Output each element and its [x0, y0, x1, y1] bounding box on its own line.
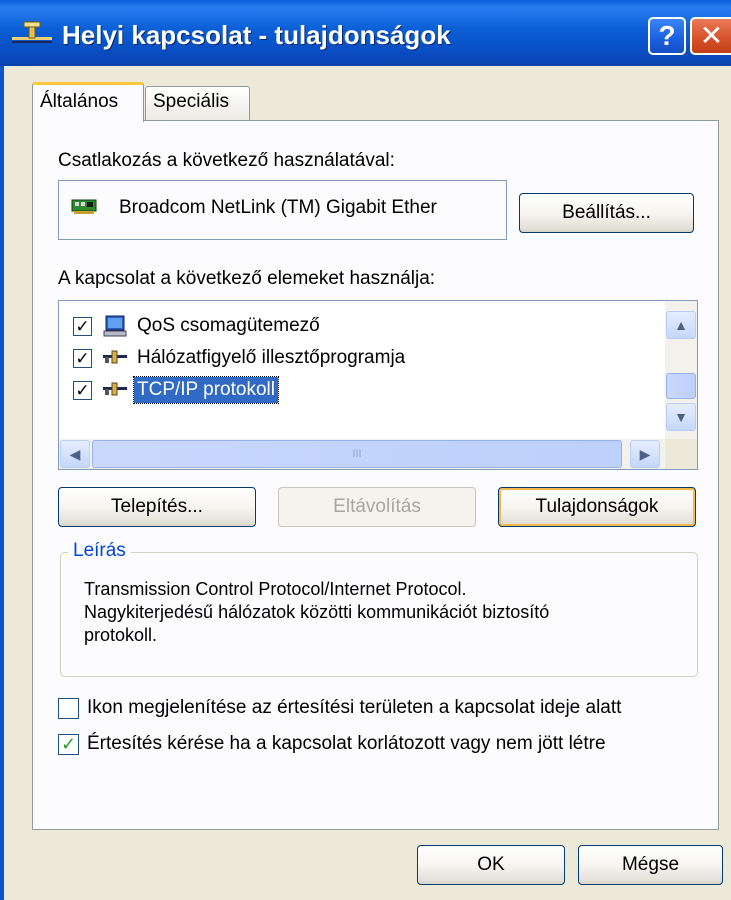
checkbox-tcpip[interactable]: ✓ — [73, 380, 92, 400]
components-list[interactable]: ✓ QoS csomagütemező ✓ Hálózatfigyelő ill… — [58, 300, 698, 470]
list-item[interactable]: ✓ QoS csomagütemező — [73, 311, 323, 341]
window-title: Helyi kapcsolat - tulajdonságok — [62, 20, 451, 50]
network-connection-icon — [12, 21, 52, 43]
scroll-corner — [665, 439, 697, 469]
scroll-up-button[interactable]: ▲ — [666, 311, 696, 339]
network-protocol-icon — [103, 382, 127, 396]
description-line: Nagykiterjedésű hálózatok közötti kommun… — [84, 602, 550, 622]
configure-button[interactable]: Beállítás... — [519, 193, 694, 233]
vertical-scrollbar[interactable]: ▲ ▼ — [665, 301, 697, 439]
list-item-label: Hálózatfigyelő illesztőprogramja — [137, 347, 406, 368]
cancel-button[interactable]: Mégse — [578, 845, 723, 885]
show-icon-checkbox[interactable] — [58, 697, 79, 719]
uninstall-button[interactable]: Eltávolítás — [278, 487, 476, 527]
connect-using-label: Csatlakozás a következő használatával: — [58, 150, 395, 171]
horizontal-scrollbar[interactable]: ◀ III ▶ — [59, 439, 665, 469]
scroll-down-button[interactable]: ▼ — [666, 403, 696, 431]
properties-button[interactable]: Tulajdonságok — [498, 487, 696, 527]
checkbox-qos[interactable]: ✓ — [73, 316, 92, 336]
list-item[interactable]: ✓ Hálózatfigyelő illesztőprogramja — [73, 343, 408, 373]
tab-general[interactable]: Általános — [32, 82, 144, 122]
scroll-left-button[interactable]: ◀ — [60, 440, 90, 468]
description-legend: Leírás — [68, 540, 131, 562]
title-bar[interactable]: Helyi kapcsolat - tulajdonságok ? ✕ — [0, 0, 731, 66]
help-button[interactable]: ? — [648, 17, 686, 55]
install-button[interactable]: Telepítés... — [58, 487, 256, 527]
show-icon-label[interactable]: Ikon megjelenítése az értesítési terület… — [87, 697, 621, 719]
window-border — [0, 66, 4, 900]
properties-dialog: Helyi kapcsolat - tulajdonságok ? ✕ Álta… — [0, 0, 731, 900]
vertical-scroll-thumb[interactable] — [666, 373, 696, 399]
list-item[interactable]: ✓ TCP/IP protokoll — [73, 375, 279, 405]
description-line: Transmission Control Protocol/Internet P… — [84, 579, 467, 599]
checkbox-network-monitor[interactable]: ✓ — [73, 348, 92, 368]
description-text: Transmission Control Protocol/Internet P… — [84, 578, 684, 647]
notify-label[interactable]: Értesítés kérése ha a kapcsolat korlátoz… — [87, 733, 606, 755]
components-label: A kapcsolat a következő elemeket használ… — [58, 268, 436, 289]
adapter-field: Broadcom NetLink (TM) Gigabit Ether — [58, 180, 507, 240]
list-item-label: QoS csomagütemező — [137, 315, 320, 336]
network-protocol-icon — [103, 350, 127, 364]
adapter-name: Broadcom NetLink (TM) Gigabit Ether — [119, 197, 437, 218]
notify-checkbox[interactable]: ✓ — [58, 733, 79, 755]
ok-button[interactable]: OK — [417, 845, 565, 885]
list-item-label: TCP/IP protokoll — [133, 376, 279, 404]
description-line: protokoll. — [84, 625, 158, 645]
horizontal-scroll-thumb[interactable]: III — [92, 440, 622, 468]
qos-scheduler-icon — [103, 315, 127, 337]
scroll-right-button[interactable]: ▶ — [630, 440, 660, 468]
close-button[interactable]: ✕ — [690, 17, 731, 55]
show-icon-option[interactable]: Ikon megjelenítése az értesítési terület… — [58, 697, 621, 719]
network-card-icon — [71, 199, 97, 214]
notify-option[interactable]: ✓ Értesítés kérése ha a kapcsolat korlát… — [58, 733, 606, 755]
tab-advanced[interactable]: Speciális — [145, 86, 250, 120]
